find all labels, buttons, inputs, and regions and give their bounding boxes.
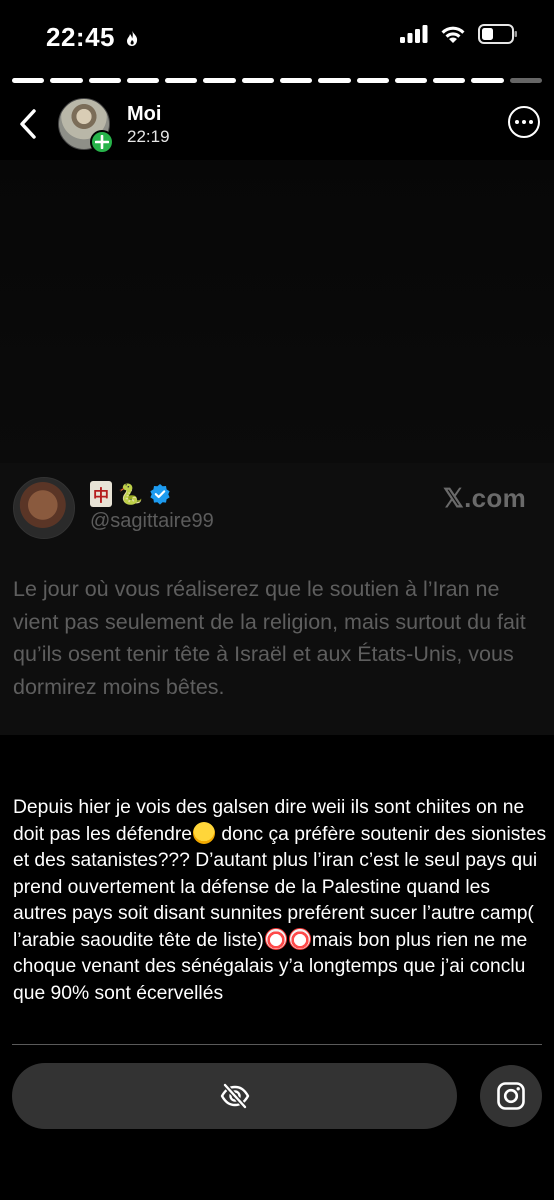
back-button[interactable] [12, 104, 44, 144]
share-to-instagram-button[interactable] [480, 1065, 542, 1127]
tweet-text: Le jour où vous réaliserez que le soutie… [13, 577, 526, 699]
status-time: 22:45 [46, 22, 139, 53]
wifi-icon [441, 26, 465, 43]
tweet-screenshot: 中 🐍 @sagittaire99 𝕏.com Le jour où vous … [0, 463, 554, 735]
story-progress-bar [12, 78, 542, 83]
status-icons [400, 24, 518, 44]
story-progress-segment [356, 78, 389, 83]
divider [12, 1044, 542, 1045]
story-progress-segment [394, 78, 428, 83]
eye-slash-icon [220, 1083, 249, 1109]
laughing-tears-emoji-icon [193, 821, 216, 844]
story-post-time: 22:19 [127, 127, 170, 146]
story-header: Moi 22:19 [0, 96, 554, 156]
story-progress-segment [433, 78, 466, 83]
story-progress-segment [50, 78, 83, 83]
story-progress-segment [318, 78, 351, 83]
battery-icon [478, 24, 517, 44]
signal-icon [400, 25, 428, 43]
story-user-name[interactable]: Moi [127, 103, 161, 126]
story-progress-segment [88, 78, 121, 83]
status-time-text: 22:45 [46, 22, 115, 52]
tweet-author-avatar [13, 477, 75, 539]
story-progress-segment [126, 78, 160, 83]
chevron-left-icon [20, 109, 36, 139]
x-com-logo: 𝕏.com [442, 483, 526, 513]
tweet-display-name: 中 🐍 [90, 481, 171, 507]
story-progress-segment [471, 78, 504, 83]
story-progress-segment [279, 78, 313, 83]
story-progress-segment [241, 78, 274, 83]
hidden-reply-button[interactable] [12, 1063, 457, 1129]
snake-icon: 🐍 [118, 482, 143, 506]
more-options-button[interactable] [508, 106, 540, 138]
story-background [0, 160, 554, 463]
dot [529, 120, 533, 124]
clown-emoji-icon [264, 927, 287, 950]
plus-icon [95, 135, 109, 149]
verified-badge-icon [150, 484, 170, 505]
story-progress-segment [165, 78, 198, 83]
story-progress-segment [203, 78, 236, 83]
story-progress-segment [12, 78, 45, 83]
story-progress-segment [509, 78, 542, 83]
instagram-icon [497, 1082, 525, 1110]
story-caption: Depuis hier je vois des galsen dire weii… [13, 795, 548, 1007]
profile-avatar[interactable] [58, 98, 114, 154]
clown-emoji-icon [288, 927, 311, 950]
flame-icon [126, 30, 137, 46]
dot [515, 120, 519, 124]
dot [522, 120, 526, 124]
mahjong-dragon-icon: 中 [90, 481, 112, 507]
status-bar: 22:45 [0, 0, 554, 72]
add-story-badge[interactable] [90, 130, 114, 154]
tweet-handle: @sagittaire99 [90, 510, 214, 532]
